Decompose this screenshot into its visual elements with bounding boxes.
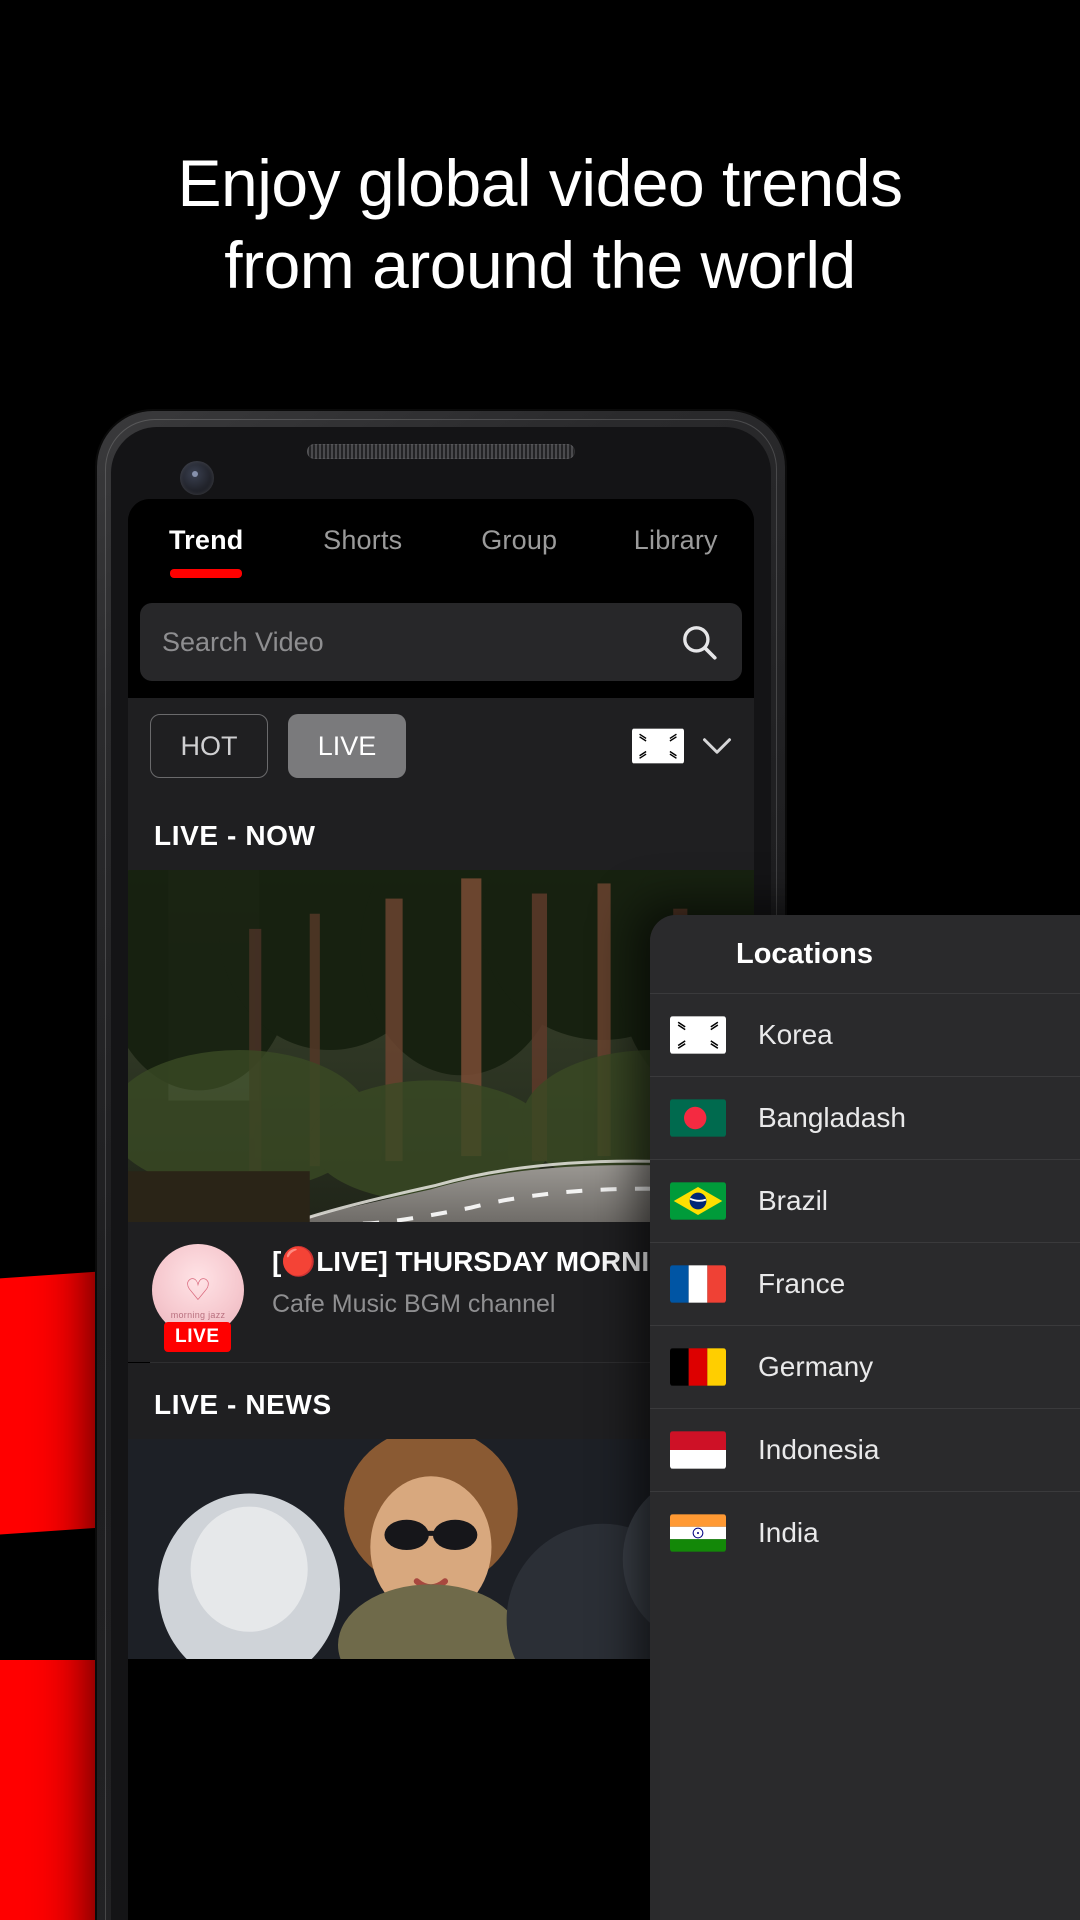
live-badge: LIVE bbox=[164, 1322, 231, 1352]
headline-line-2: from around the world bbox=[224, 228, 856, 302]
live-dot-icon: 🔴 bbox=[281, 1246, 317, 1277]
active-tab-indicator bbox=[170, 569, 243, 578]
page-title: Enjoy global video trends from around th… bbox=[0, 142, 1080, 306]
flag-id-icon bbox=[670, 1431, 726, 1469]
location-label: Brazil bbox=[758, 1185, 829, 1216]
chip-hot[interactable]: HOT bbox=[150, 714, 268, 778]
location-item-india[interactable]: India bbox=[650, 1491, 1080, 1574]
tab-trend[interactable]: Trend bbox=[128, 525, 285, 578]
chevron-down-icon[interactable] bbox=[702, 737, 732, 755]
flag-kr-icon bbox=[632, 728, 684, 764]
location-label: India bbox=[758, 1517, 819, 1548]
heart-icon: ♡ bbox=[184, 1273, 212, 1307]
flag-bd-icon bbox=[670, 1099, 726, 1137]
front-camera bbox=[180, 461, 214, 495]
flag-kr-icon bbox=[670, 1016, 726, 1054]
location-item-germany[interactable]: Germany bbox=[650, 1325, 1080, 1408]
video-title-bracket: [ bbox=[272, 1246, 282, 1277]
headline-line-1: Enjoy global video trends bbox=[177, 146, 903, 220]
location-item-france[interactable]: France bbox=[650, 1242, 1080, 1325]
top-tab-bar: Trend Shorts Group Library bbox=[128, 499, 754, 591]
locations-dropdown[interactable]: Locations Korea Bangladash Brazil France… bbox=[650, 915, 1080, 1920]
tab-library-label: Library bbox=[633, 525, 718, 555]
search-placeholder: Search Video bbox=[162, 626, 324, 657]
search-input[interactable]: Search Video bbox=[140, 603, 742, 681]
tab-group[interactable]: Group bbox=[441, 525, 598, 556]
location-item-indonesia[interactable]: Indonesia bbox=[650, 1408, 1080, 1491]
location-label: Germany bbox=[758, 1351, 874, 1382]
tab-group-label: Group bbox=[481, 525, 558, 555]
location-item-korea[interactable]: Korea bbox=[650, 993, 1080, 1076]
location-label: Korea bbox=[758, 1019, 833, 1050]
earpiece-speaker bbox=[307, 444, 575, 459]
section-title-live-now: LIVE - NOW bbox=[128, 794, 754, 870]
locations-title: Locations bbox=[650, 915, 1080, 993]
filter-bar: HOT LIVE bbox=[128, 697, 754, 794]
search-section: Search Video bbox=[128, 591, 754, 697]
country-selector[interactable] bbox=[632, 728, 732, 764]
location-item-brazil[interactable]: Brazil bbox=[650, 1159, 1080, 1242]
chip-live[interactable]: LIVE bbox=[288, 714, 406, 778]
tab-trend-label: Trend bbox=[168, 525, 244, 555]
flag-fr-icon bbox=[670, 1265, 726, 1303]
channel-avatar-column: ♡ morning jazz LIVE bbox=[152, 1244, 256, 1352]
flag-in-icon bbox=[670, 1514, 726, 1552]
promo-screenshot: Enjoy global video trends from around th… bbox=[0, 0, 1080, 1920]
tab-shorts[interactable]: Shorts bbox=[285, 525, 442, 556]
tab-shorts-label: Shorts bbox=[323, 525, 403, 555]
chip-live-label: LIVE bbox=[317, 730, 377, 761]
location-label: France bbox=[758, 1268, 846, 1299]
flag-br-icon bbox=[670, 1182, 726, 1220]
location-label: Indonesia bbox=[758, 1434, 880, 1465]
location-item-bangladash[interactable]: Bangladash bbox=[650, 1076, 1080, 1159]
avatar-caption: morning jazz bbox=[170, 1310, 226, 1320]
tab-library[interactable]: Library bbox=[598, 525, 755, 556]
location-label: Bangladash bbox=[758, 1102, 906, 1133]
search-icon[interactable] bbox=[678, 621, 720, 663]
flag-de-icon bbox=[670, 1348, 726, 1386]
chip-hot-label: HOT bbox=[180, 730, 238, 761]
